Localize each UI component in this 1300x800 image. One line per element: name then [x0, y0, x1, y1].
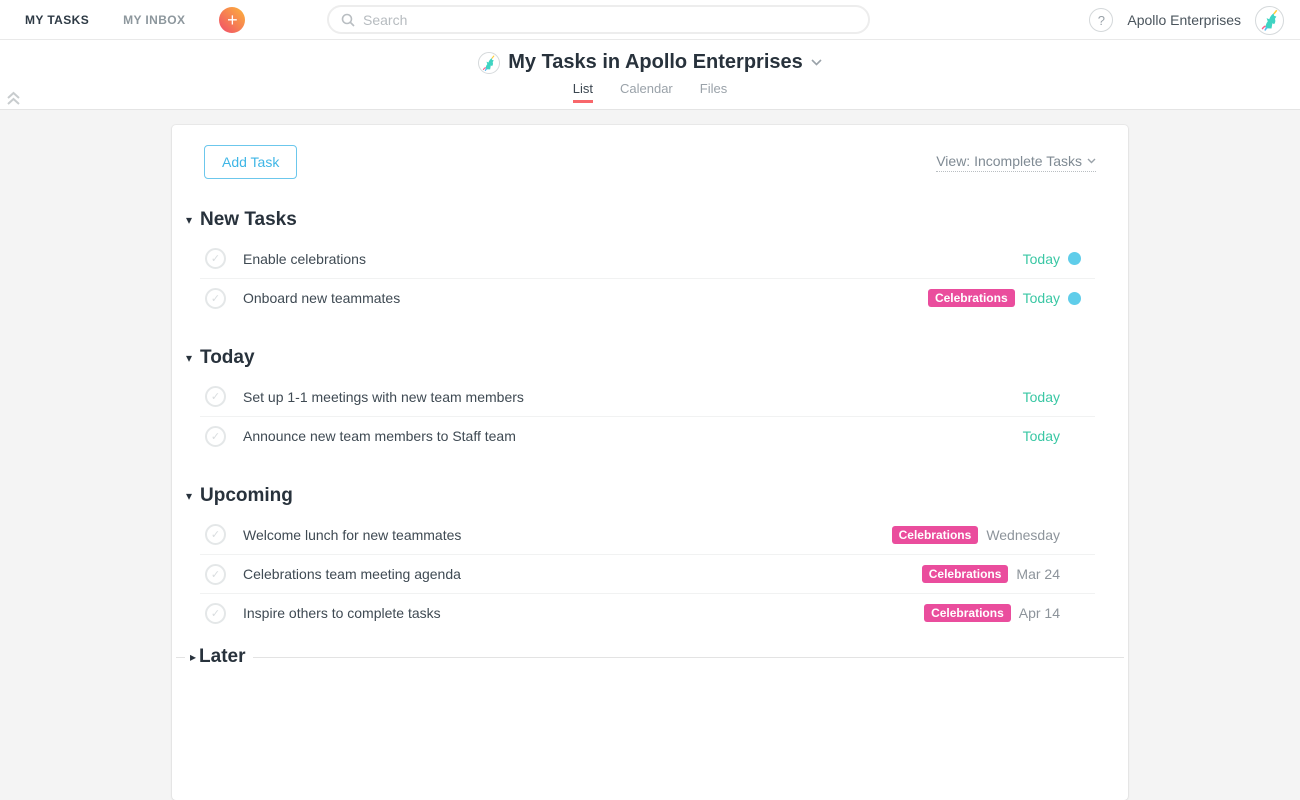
task-title[interactable]: Welcome lunch for new teammates: [243, 527, 461, 543]
section-new-tasks: ▾ New Tasks ✓ Enable celebrations Today …: [172, 209, 1128, 317]
due-date[interactable]: Today: [1023, 389, 1060, 405]
task-list: ✓ Welcome lunch for new teammates Celebr…: [200, 515, 1095, 632]
tag-badge[interactable]: Celebrations: [892, 526, 979, 544]
task-list: ✓ Enable celebrations Today ✓ Onboard ne…: [200, 239, 1095, 317]
nav-my-inbox[interactable]: MY INBOX: [123, 13, 185, 27]
search-input[interactable]: [363, 12, 856, 28]
page-title: My Tasks in Apollo Enterprises: [508, 51, 803, 74]
due-date[interactable]: Apr 14: [1019, 605, 1060, 621]
chevron-down-icon[interactable]: [811, 59, 822, 66]
complete-check-icon[interactable]: ✓: [205, 386, 226, 407]
status-dot-empty: [1068, 568, 1081, 581]
section-title: Upcoming: [200, 485, 293, 507]
section-expanded-icon: ▾: [186, 489, 200, 503]
task-list: ✓ Set up 1-1 meetings with new team memb…: [200, 377, 1095, 455]
status-dot-empty: [1068, 607, 1081, 620]
task-meta: Celebrations Today: [928, 289, 1081, 307]
status-dot: [1068, 252, 1081, 265]
task-row[interactable]: ✓ Inspire others to complete tasks Celeb…: [200, 593, 1095, 632]
view-filter-dropdown[interactable]: View: Incomplete Tasks: [936, 153, 1096, 172]
tab-calendar[interactable]: Calendar: [620, 81, 673, 103]
view-filter-label: View: Incomplete Tasks: [936, 153, 1082, 169]
search-bar[interactable]: [327, 5, 870, 34]
task-meta: Today: [1023, 428, 1081, 444]
help-button[interactable]: ?: [1089, 8, 1113, 32]
section-upcoming: ▾ Upcoming ✓ Welcome lunch for new teamm…: [172, 485, 1128, 632]
divider: [253, 657, 1125, 658]
tab-files[interactable]: Files: [700, 81, 727, 103]
status-dot-empty: [1068, 430, 1081, 443]
section-title: New Tasks: [200, 209, 297, 231]
section-later-header[interactable]: ▸ Later: [176, 646, 1124, 668]
task-row[interactable]: ✓ Celebrations team meeting agenda Celeb…: [200, 554, 1095, 593]
section-header[interactable]: ▾ New Tasks: [186, 209, 1128, 231]
section-title: Today: [200, 347, 255, 369]
status-dot: [1068, 292, 1081, 305]
task-title[interactable]: Announce new team members to Staff team: [243, 428, 516, 444]
nav-my-tasks[interactable]: MY TASKS: [25, 13, 89, 27]
task-row[interactable]: ✓ Enable celebrations Today: [200, 239, 1095, 278]
chevron-down-icon: [1087, 158, 1096, 164]
tag-badge[interactable]: Celebrations: [928, 289, 1015, 307]
tab-list[interactable]: List: [573, 81, 593, 103]
section-expanded-icon: ▾: [186, 213, 200, 227]
task-meta: Celebrations Wednesday: [892, 526, 1081, 544]
unicorn-icon: [1258, 8, 1282, 32]
task-list-card: Add Task View: Incomplete Tasks ▾ New Ta…: [172, 125, 1128, 800]
complete-check-icon[interactable]: ✓: [205, 248, 226, 269]
status-dot-empty: [1068, 390, 1081, 403]
task-meta: Celebrations Mar 24: [922, 565, 1081, 583]
task-title[interactable]: Onboard new teammates: [243, 290, 400, 306]
complete-check-icon[interactable]: ✓: [205, 288, 226, 309]
task-title[interactable]: Set up 1-1 meetings with new team member…: [243, 389, 524, 405]
task-row[interactable]: ✓ Set up 1-1 meetings with new team memb…: [200, 377, 1095, 416]
task-title[interactable]: Celebrations team meeting agenda: [243, 566, 461, 582]
workspace-name[interactable]: Apollo Enterprises: [1127, 12, 1241, 28]
status-dot-empty: [1068, 528, 1081, 541]
due-date[interactable]: Today: [1023, 428, 1060, 444]
card-toolbar: Add Task View: Incomplete Tasks: [172, 125, 1128, 179]
complete-check-icon[interactable]: ✓: [205, 564, 226, 585]
tag-badge[interactable]: Celebrations: [924, 604, 1011, 622]
top-right: ? Apollo Enterprises: [1089, 0, 1284, 40]
section-header[interactable]: ▾ Upcoming: [186, 485, 1128, 507]
divider: [176, 657, 185, 658]
unicorn-icon: [480, 54, 498, 72]
complete-check-icon[interactable]: ✓: [205, 426, 226, 447]
page-header: My Tasks in Apollo Enterprises List Cale…: [0, 40, 1300, 110]
section-collapsed-icon: ▸: [185, 650, 199, 664]
project-avatar: [478, 52, 500, 74]
task-row[interactable]: ✓ Welcome lunch for new teammates Celebr…: [200, 515, 1095, 554]
quick-add-button[interactable]: +: [219, 7, 245, 33]
view-tabs: List Calendar Files: [0, 81, 1300, 103]
workspace-avatar[interactable]: [1255, 6, 1284, 35]
section-expanded-icon: ▾: [186, 351, 200, 365]
sidebar-collapse-icon[interactable]: [6, 90, 21, 111]
complete-check-icon[interactable]: ✓: [205, 603, 226, 624]
section-title: Later: [199, 646, 252, 668]
task-title[interactable]: Inspire others to complete tasks: [243, 605, 441, 621]
complete-check-icon[interactable]: ✓: [205, 524, 226, 545]
title-row: My Tasks in Apollo Enterprises: [0, 40, 1300, 74]
task-meta: Today: [1023, 389, 1081, 405]
add-task-button[interactable]: Add Task: [204, 145, 297, 179]
section-today: ▾ Today ✓ Set up 1-1 meetings with new t…: [172, 347, 1128, 455]
section-header[interactable]: ▾ Today: [186, 347, 1128, 369]
search-icon: [341, 13, 355, 27]
task-row[interactable]: ✓ Announce new team members to Staff tea…: [200, 416, 1095, 455]
due-date[interactable]: Today: [1023, 251, 1060, 267]
task-meta: Today: [1023, 251, 1081, 267]
due-date[interactable]: Wednesday: [986, 527, 1060, 543]
tag-badge[interactable]: Celebrations: [922, 565, 1009, 583]
due-date[interactable]: Today: [1023, 290, 1060, 306]
due-date[interactable]: Mar 24: [1016, 566, 1060, 582]
top-nav: MY TASKS MY INBOX +: [25, 0, 245, 40]
task-row[interactable]: ✓ Onboard new teammates Celebrations Tod…: [200, 278, 1095, 317]
task-title[interactable]: Enable celebrations: [243, 251, 366, 267]
task-meta: Celebrations Apr 14: [924, 604, 1081, 622]
top-bar: MY TASKS MY INBOX + ? Apollo Enterprises: [0, 0, 1300, 40]
